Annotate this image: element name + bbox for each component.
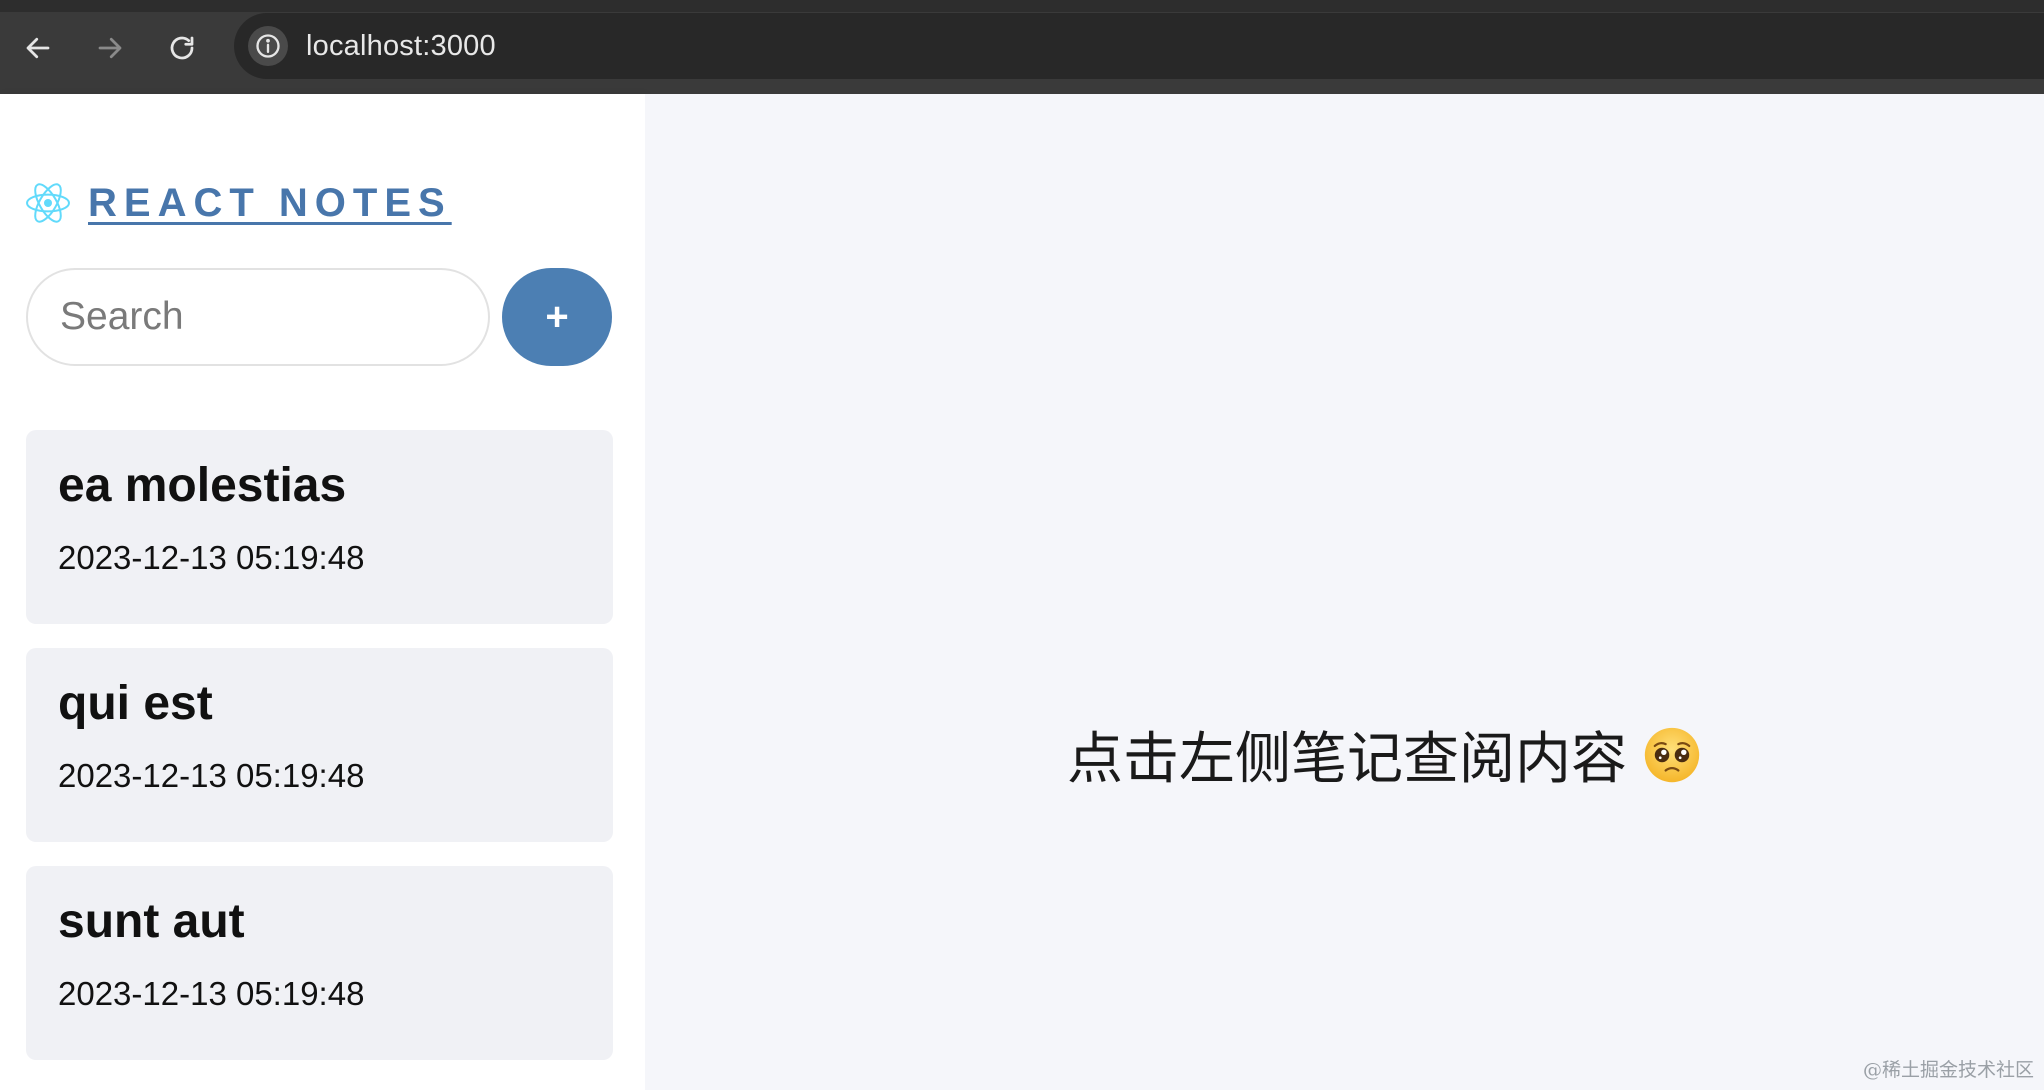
brand-title: REACT NOTES xyxy=(88,180,452,225)
address-url[interactable]: localhost:3000 xyxy=(306,30,496,63)
new-note-button[interactable]: + xyxy=(502,268,612,366)
note-item[interactable]: sunt aut 2023-12-13 05:19:48 xyxy=(26,866,613,1060)
empty-state: 点击左侧笔记查阅内容 xyxy=(1067,714,1701,795)
note-title: ea molestias xyxy=(58,459,347,512)
info-icon xyxy=(256,34,280,58)
note-date: 2023-12-13 05:19:48 xyxy=(58,538,365,576)
reload-button[interactable] xyxy=(162,28,202,68)
brand-link[interactable]: REACT NOTES xyxy=(24,176,452,230)
note-viewer: 点击左侧笔记查阅内容 @稀土掘金技术社区 xyxy=(645,94,2044,1090)
note-date: 2023-12-13 05:19:48 xyxy=(58,756,365,794)
react-logo-icon xyxy=(26,183,70,223)
site-info-button[interactable] xyxy=(248,26,288,66)
address-bar[interactable]: localhost:3000 xyxy=(234,13,2044,79)
note-title: qui est xyxy=(58,677,213,730)
watermark: @稀土掘金技术社区 xyxy=(1862,1059,2034,1081)
arrow-left-icon xyxy=(26,37,50,59)
note-item[interactable]: ea molestias 2023-12-13 05:19:48 xyxy=(26,430,613,624)
empty-state-message: 点击左侧笔记查阅内容 xyxy=(1067,727,1627,792)
back-button[interactable] xyxy=(18,28,58,68)
note-title: sunt aut xyxy=(58,895,245,948)
search-input[interactable] xyxy=(26,268,490,366)
reload-icon xyxy=(170,36,194,60)
browser-tab-strip xyxy=(0,0,2044,12)
arrow-right-icon xyxy=(98,37,122,59)
note-list: ea molestias 2023-12-13 05:19:48 qui est… xyxy=(26,430,613,1084)
pleading-face-icon xyxy=(1644,727,1700,782)
note-item[interactable]: qui est 2023-12-13 05:19:48 xyxy=(26,648,613,842)
note-date: 2023-12-13 05:19:48 xyxy=(58,974,365,1012)
forward-button[interactable] xyxy=(90,28,130,68)
sidebar: REACT NOTES + ea molestias 2023-12-13 05… xyxy=(0,94,645,1090)
browser-toolbar: localhost:3000 xyxy=(0,0,2044,94)
